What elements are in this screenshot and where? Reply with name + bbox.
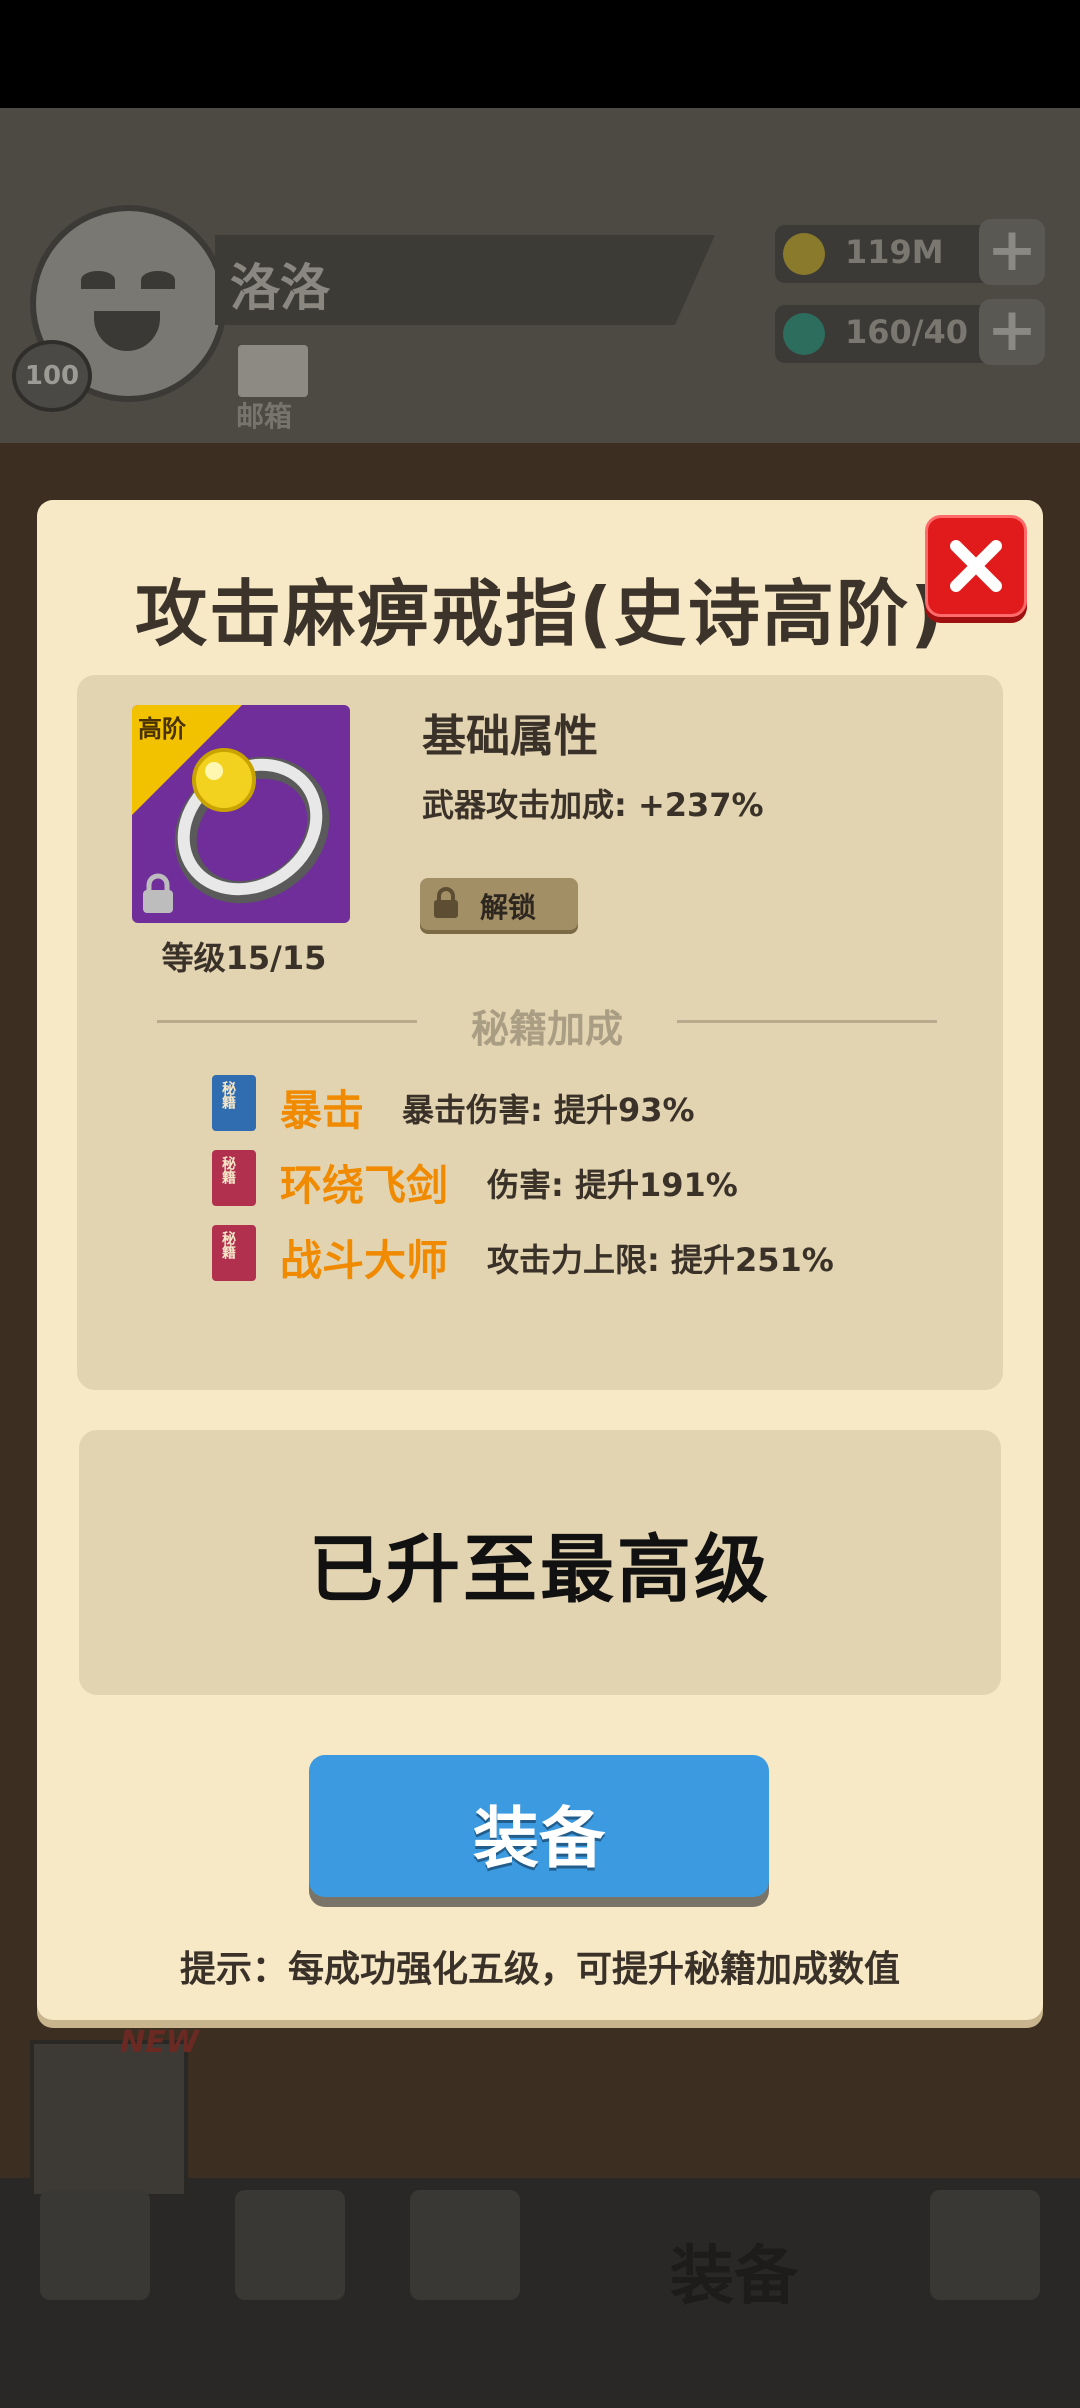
rank-label: 高阶 xyxy=(138,715,186,743)
unlock-button[interactable]: 解锁 xyxy=(420,878,578,930)
equip-label: 装备 xyxy=(473,1800,605,1877)
mail-icon[interactable] xyxy=(238,345,308,397)
gold-counter: 119M + xyxy=(775,219,1045,285)
gold-value: 119M xyxy=(845,233,944,271)
collect-nav-icon[interactable] xyxy=(930,2190,1040,2300)
unlock-label: 解锁 xyxy=(480,891,537,924)
skill-name: 战斗大师 xyxy=(280,1236,449,1285)
item-title: 攻击麻痹戒指(史诗高阶) xyxy=(135,572,945,656)
close-icon xyxy=(950,540,1002,592)
lock-icon xyxy=(143,873,173,913)
inventory-item-slot[interactable] xyxy=(30,2040,188,2198)
cultivation-nav-icon[interactable] xyxy=(235,2190,345,2300)
status-bar xyxy=(0,0,1080,108)
base-attribute-line: 武器攻击加成: +237% xyxy=(422,786,764,824)
book-icon: 秘籍 xyxy=(212,1225,256,1281)
skill-effect: 暴击伤害: 提升93% xyxy=(402,1091,695,1129)
skill-name: 环绕飞剑 xyxy=(280,1161,449,1210)
tasks-nav-icon[interactable] xyxy=(40,2190,150,2300)
player-name: 洛洛 xyxy=(230,259,330,317)
base-attributes-title: 基础属性 xyxy=(422,711,598,762)
ring-item-icon[interactable]: 高阶 xyxy=(132,705,350,923)
divider xyxy=(157,1020,417,1023)
avatar-eye xyxy=(81,271,115,289)
gem-icon xyxy=(783,313,825,355)
item-info-panel: 高阶 等级15/15 基础属性 武器攻击加成: +237% 解锁 秘籍加成 秘籍… xyxy=(77,675,1003,1390)
tip-text: 提示：每成功强化五级，可提升秘籍加成数值 xyxy=(179,1949,900,1990)
bottom-nav xyxy=(0,2178,1080,2408)
avatar-eye xyxy=(141,271,175,289)
gold-coin-icon xyxy=(783,233,825,275)
player-level-badge: 100 xyxy=(12,340,92,412)
divider xyxy=(677,1020,937,1023)
gem-counter: 160/40 + xyxy=(775,299,1045,365)
book-icon: 秘籍 xyxy=(212,1150,256,1206)
item-detail-dialog: 攻击麻痹戒指(史诗高阶) 高阶 等级15/15 基础属性 武器攻击加成: +23… xyxy=(37,500,1043,2020)
equipment-nav-label[interactable]: 装备 xyxy=(670,2225,798,2317)
mail-label: 邮箱 xyxy=(236,400,293,433)
item-level: 等级15/15 xyxy=(161,939,327,977)
add-gold-button[interactable]: + xyxy=(979,219,1045,285)
close-button[interactable] xyxy=(925,515,1027,617)
gem-value: 160/40 xyxy=(845,313,969,351)
skill-effect: 攻击力上限: 提升251% xyxy=(487,1241,834,1279)
battle-nav-icon[interactable] xyxy=(410,2190,520,2300)
max-level-text: 已升至最高级 xyxy=(309,1527,771,1613)
new-badge: NEW xyxy=(120,2025,199,2060)
lock-icon xyxy=(434,887,458,918)
skill-effect: 伤害: 提升191% xyxy=(487,1166,738,1204)
add-gem-button[interactable]: + xyxy=(979,299,1045,365)
avatar-mouth xyxy=(94,311,160,351)
bonus-section-title: 秘籍加成 xyxy=(470,1007,623,1051)
book-icon: 秘籍 xyxy=(212,1075,256,1131)
skill-name: 暴击 xyxy=(280,1086,365,1135)
equip-button[interactable]: 装备 xyxy=(309,1755,769,1897)
max-level-panel: 已升至最高级 xyxy=(79,1430,1001,1695)
